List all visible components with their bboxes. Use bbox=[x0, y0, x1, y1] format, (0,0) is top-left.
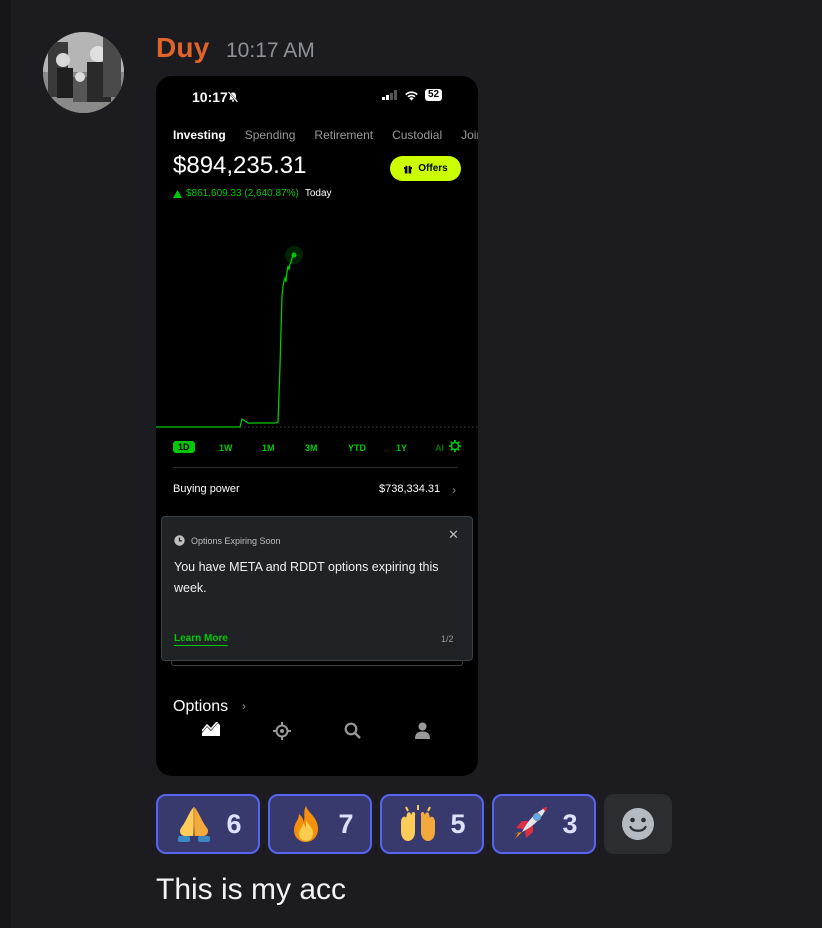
options-expiring-card: Options Expiring Soon ✕ You have META an… bbox=[161, 516, 473, 661]
options-heading: Options bbox=[173, 698, 229, 715]
tab-custodial: Custodial bbox=[392, 128, 443, 142]
search-icon bbox=[344, 722, 361, 739]
tab-joint: Joint bbox=[461, 128, 478, 142]
card-title: Options Expiring Soon bbox=[191, 535, 281, 546]
range-1w: 1W bbox=[219, 443, 233, 453]
message-timestamp: 10:17 AM bbox=[226, 39, 315, 62]
gain-value: $861,609.33 (2,640.87%) bbox=[186, 188, 299, 199]
portfolio-balance: $894,235.31 bbox=[173, 152, 307, 179]
smiley-icon bbox=[622, 808, 654, 840]
channel-gutter bbox=[0, 0, 11, 928]
clock-icon bbox=[174, 535, 185, 546]
divider bbox=[173, 467, 458, 468]
daily-gain: $861,609.33 (2,640.87%) Today bbox=[173, 188, 332, 199]
reaction-count: 3 bbox=[562, 808, 578, 839]
chevron-right-icon: › bbox=[242, 699, 246, 713]
range-1m: 1M bbox=[262, 443, 275, 453]
message-author[interactable]: Duy bbox=[156, 32, 210, 64]
tab-retirement: Retirement bbox=[314, 128, 374, 142]
reaction-folded-hands[interactable]: 6 bbox=[156, 794, 260, 854]
gear-icon bbox=[449, 440, 461, 452]
buying-power-label: Buying power bbox=[173, 483, 240, 495]
range-1y: 1Y bbox=[396, 443, 408, 453]
offers-button: Offers bbox=[390, 156, 461, 181]
card-body: You have META and RDDT options expiring … bbox=[174, 560, 439, 595]
portfolio-chart bbox=[156, 246, 478, 428]
reaction-count: 6 bbox=[226, 808, 242, 839]
range-1d: 1D bbox=[173, 441, 195, 453]
battery-level: 52 bbox=[425, 89, 443, 101]
rocket-icon bbox=[514, 807, 548, 839]
bottom-nav bbox=[156, 722, 478, 762]
learn-more-link: Learn More bbox=[174, 633, 228, 646]
add-reaction-button[interactable] bbox=[604, 794, 672, 854]
portfolio-line bbox=[156, 254, 295, 428]
range-all: Al bbox=[435, 443, 444, 453]
bell-muted-icon bbox=[227, 90, 239, 108]
tab-investing: Investing bbox=[173, 128, 226, 142]
gift-icon bbox=[404, 165, 413, 173]
message-text: This is my acc bbox=[156, 873, 347, 906]
card-pager: 1/2 bbox=[441, 634, 454, 644]
tab-spending: Spending bbox=[244, 128, 296, 142]
status-time: 10:17 bbox=[192, 89, 228, 105]
range-selector: 1D 1W 1M 3M YTD 1Y Al bbox=[173, 440, 463, 456]
status-indicators: 52 bbox=[382, 89, 443, 101]
wifi-icon bbox=[405, 90, 418, 100]
folded-hands-icon bbox=[178, 807, 211, 842]
up-triangle-icon bbox=[173, 189, 182, 198]
crypto-nav-icon bbox=[273, 722, 291, 740]
fire-icon bbox=[294, 806, 319, 842]
raising-hands-icon bbox=[401, 805, 436, 841]
avatar[interactable] bbox=[43, 32, 124, 113]
account-icon bbox=[415, 722, 430, 739]
account-tabs: Investing Spending Retirement Custodial … bbox=[173, 128, 478, 142]
reactions-bar: 6 7 5 3 bbox=[156, 794, 672, 854]
reaction-count: 5 bbox=[450, 808, 466, 839]
reaction-raising-hands[interactable]: 5 bbox=[380, 794, 484, 854]
buying-power-value: $738,334.31 bbox=[379, 483, 441, 495]
gain-period: Today bbox=[304, 188, 332, 199]
portfolio-line-end bbox=[291, 252, 297, 258]
offers-label: Offers bbox=[418, 163, 448, 174]
image-attachment[interactable]: 10:17 52 Investing Spending Retirement C… bbox=[156, 76, 478, 776]
range-ytd: YTD bbox=[348, 443, 366, 453]
chart-nav-icon bbox=[202, 722, 220, 736]
reaction-fire[interactable]: 7 bbox=[268, 794, 372, 854]
reaction-rocket[interactable]: 3 bbox=[492, 794, 596, 854]
range-3m: 3M bbox=[305, 443, 318, 453]
card-header: Options Expiring Soon bbox=[174, 535, 281, 546]
signal-icon bbox=[382, 90, 397, 100]
close-icon: ✕ bbox=[448, 527, 459, 542]
reaction-count: 7 bbox=[338, 808, 354, 839]
chevron-right-icon: › bbox=[452, 483, 456, 497]
